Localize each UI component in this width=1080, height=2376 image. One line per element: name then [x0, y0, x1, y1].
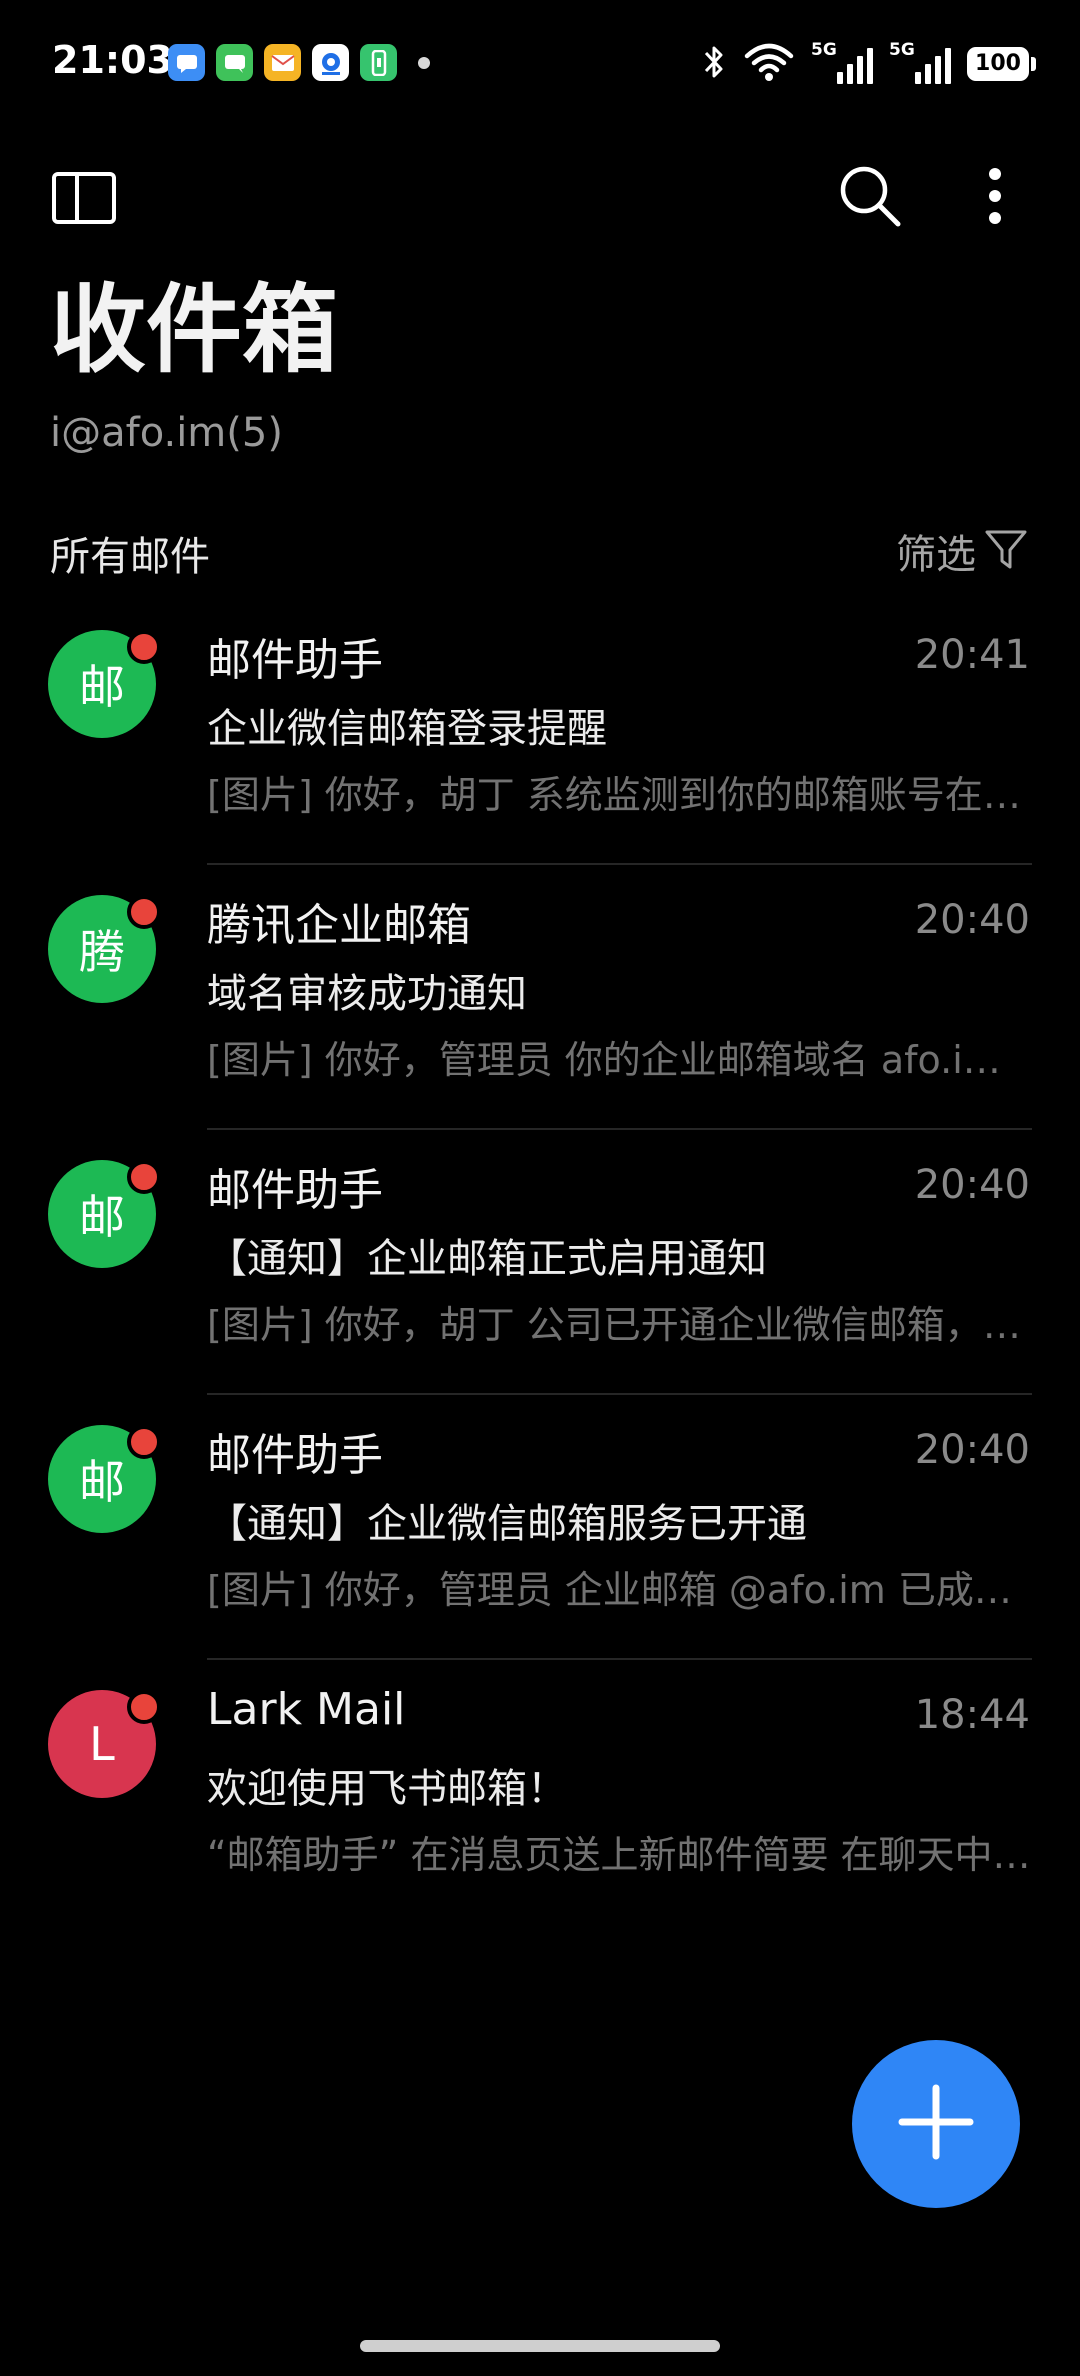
unread-dot	[127, 1690, 161, 1724]
search-icon	[837, 163, 903, 233]
chat-app-icon	[216, 44, 253, 81]
messages-app-icon	[168, 44, 205, 81]
status-bar: 21:03 5G 5G 100	[0, 0, 1080, 130]
unread-dot	[127, 895, 161, 929]
home-indicator[interactable]	[360, 2340, 720, 2352]
mail-preview: [图片] 你好，管理员 企业邮箱 @afo.im 已成功开通	[207, 1568, 1032, 1612]
browser-app-icon	[312, 44, 349, 81]
mail-item[interactable]: L Lark Mail 18:44 欢迎使用飞书邮箱！ “邮箱助手” 在消息页送…	[0, 1660, 1080, 1925]
mail-sender: Lark Mail	[207, 1684, 406, 1735]
more-notifications-dot	[418, 56, 430, 69]
more-vertical-icon	[987, 166, 1003, 230]
more-options-button[interactable]	[955, 158, 1035, 238]
mail-preview: [图片] 你好，胡丁 系统监测到你的邮箱账号在新设备上登录	[207, 773, 1032, 817]
mail-subject: 【通知】企业微信邮箱服务已开通	[207, 1501, 807, 1547]
notification-icons	[168, 44, 430, 81]
cellular-signal-2-icon: 5G	[889, 40, 951, 84]
battery-icon: 100	[967, 47, 1036, 81]
mail-item[interactable]: 腾 腾讯企业邮箱 20:40 域名审核成功通知 [图片] 你好，管理员 你的企业…	[0, 865, 1080, 1130]
mail-time: 20:40	[914, 1162, 1030, 1208]
filter-icon	[984, 527, 1028, 575]
unread-dot	[127, 630, 161, 664]
mail-subject: 欢迎使用飞书邮箱！	[207, 1766, 567, 1812]
mail-preview: [图片] 你好，管理员 你的企业邮箱域名 afo.im 已审核通过	[207, 1038, 1032, 1082]
unread-dot	[127, 1160, 161, 1194]
wifi-icon	[743, 42, 795, 86]
mail-item[interactable]: 邮 邮件助手 20:40 【通知】企业微信邮箱服务已开通 [图片] 你好，管理员…	[0, 1395, 1080, 1660]
mail-subject: 企业微信邮箱登录提醒	[207, 706, 607, 752]
mail-preview: “邮箱助手” 在消息页送上新邮件简要 在聊天中即可查看	[207, 1833, 1032, 1877]
mail-sender: 邮件助手	[207, 1165, 383, 1216]
section-title: 所有邮件	[50, 534, 210, 580]
sidebar-toggle-button[interactable]	[44, 160, 124, 240]
unread-dot	[127, 1425, 161, 1459]
mail-time: 18:44	[914, 1692, 1030, 1738]
search-button[interactable]	[830, 158, 910, 238]
mail-item[interactable]: 邮 邮件助手 20:40 【通知】企业邮箱正式启用通知 [图片] 你好，胡丁 公…	[0, 1130, 1080, 1395]
mail-time: 20:40	[914, 1427, 1030, 1473]
phone-app-icon	[360, 44, 397, 81]
mail-list: 邮 邮件助手 20:41 企业微信邮箱登录提醒 [图片] 你好，胡丁 系统监测到…	[0, 600, 1080, 1925]
status-time: 21:03	[52, 38, 173, 82]
mail-app-icon	[264, 44, 301, 81]
mail-sender: 邮件助手	[207, 1430, 383, 1481]
battery-level: 100	[975, 51, 1021, 76]
plus-icon	[898, 2084, 974, 2164]
mail-subject: 【通知】企业邮箱正式启用通知	[207, 1236, 767, 1282]
status-indicators: 5G 5G 100	[701, 38, 1036, 90]
mail-subject: 域名审核成功通知	[207, 971, 527, 1017]
filter-button[interactable]: 筛选	[896, 522, 1028, 580]
mail-preview: [图片] 你好，胡丁 公司已开通企业微信邮箱，欢迎使用	[207, 1303, 1032, 1347]
mail-item[interactable]: 邮 邮件助手 20:41 企业微信邮箱登录提醒 [图片] 你好，胡丁 系统监测到…	[0, 600, 1080, 865]
bluetooth-icon	[701, 42, 727, 86]
mail-time: 20:40	[914, 897, 1030, 943]
account-label[interactable]: i@afo.im(5)	[50, 410, 283, 456]
mail-sender: 腾讯企业邮箱	[207, 900, 471, 951]
cellular-signal-1-icon: 5G	[811, 40, 873, 84]
compose-button[interactable]	[852, 2040, 1020, 2208]
mail-time: 20:41	[914, 632, 1030, 678]
mail-sender: 邮件助手	[207, 635, 383, 686]
page-title: 收件箱	[50, 274, 338, 386]
sidebar-icon	[51, 171, 117, 229]
filter-label: 筛选	[896, 532, 976, 578]
